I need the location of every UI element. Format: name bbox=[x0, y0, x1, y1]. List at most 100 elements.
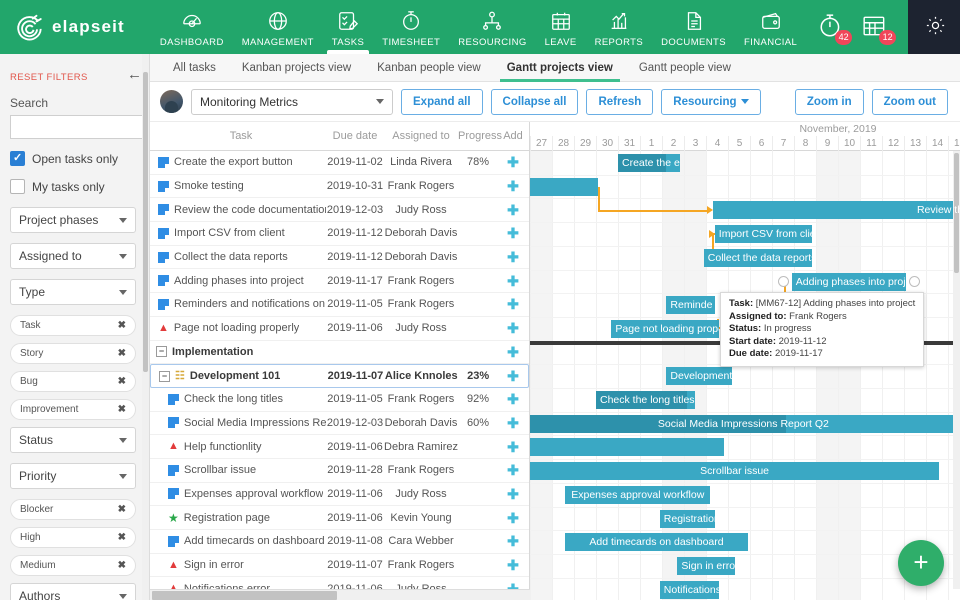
nav-item-dashboard[interactable]: DASHBOARD bbox=[151, 0, 233, 54]
select-project-phases[interactable]: Project phases bbox=[10, 207, 136, 233]
chip-priority-medium[interactable]: Medium ✖ bbox=[10, 555, 136, 576]
nav-item-financial[interactable]: FINANCIAL bbox=[735, 0, 806, 54]
close-icon[interactable]: ✖ bbox=[118, 532, 126, 543]
search-input[interactable] bbox=[10, 115, 149, 139]
table-row[interactable]: Scrollbar issue 2019-11-28 Frank Rogers ✚ bbox=[150, 459, 529, 483]
nav-item-timesheet[interactable]: TIMESHEET bbox=[373, 0, 449, 54]
refresh-button[interactable]: Refresh bbox=[586, 88, 654, 115]
gantt-bar[interactable] bbox=[530, 177, 599, 196]
add-subtask-button[interactable]: ✚ bbox=[498, 155, 528, 169]
collapse-all-button[interactable]: Collapse all bbox=[490, 88, 579, 115]
gantt-bar[interactable] bbox=[530, 438, 724, 457]
table-row[interactable]: ▲ Help functionlity 2019-11-06 Debra Ramire… bbox=[150, 435, 529, 459]
tab-kanban-projects-view[interactable]: Kanban projects view bbox=[229, 54, 364, 82]
select-authors[interactable]: Authors bbox=[10, 583, 136, 600]
table-row[interactable]: ▲ Page not loading properly 2019-11-06 Judy… bbox=[150, 317, 529, 341]
add-subtask-button[interactable]: ✚ bbox=[498, 463, 528, 477]
nav-item-tasks[interactable]: TASKS bbox=[323, 0, 373, 54]
chip-type-task[interactable]: Task ✖ bbox=[10, 315, 136, 336]
nav-item-management[interactable]: MANAGEMENT bbox=[233, 0, 323, 54]
checkbox-open-tasks-only[interactable] bbox=[10, 151, 25, 166]
add-subtask-button[interactable]: ✚ bbox=[498, 345, 528, 359]
close-icon[interactable]: ✖ bbox=[118, 560, 126, 571]
select-status[interactable]: Status bbox=[10, 427, 136, 453]
select-type[interactable]: Type bbox=[10, 279, 136, 305]
table-row[interactable]: Reminders and notifications on en 2019-11… bbox=[150, 293, 529, 317]
select-assigned-to[interactable]: Assigned to bbox=[10, 243, 136, 269]
horizontal-scrollbar[interactable] bbox=[150, 589, 530, 600]
gantt-bar[interactable]: Reminde bbox=[666, 296, 715, 315]
add-subtask-button[interactable]: ✚ bbox=[498, 558, 528, 572]
expand-all-button[interactable]: Expand all bbox=[401, 88, 483, 115]
gantt-bar[interactable]: Review the code bbox=[712, 201, 960, 220]
nav-item-reports[interactable]: REPORTS bbox=[586, 0, 653, 54]
gantt-bar[interactable]: Check the long titles bbox=[596, 391, 695, 409]
table-row[interactable]: Social Media Impressions Re 2019-12-03 Deb… bbox=[150, 412, 529, 436]
project-selector[interactable]: Monitoring Metrics bbox=[191, 88, 393, 115]
table-row[interactable]: Adding phases into project 2019-11-17 Fran… bbox=[150, 269, 529, 294]
tab-all-tasks[interactable]: All tasks bbox=[160, 54, 229, 82]
add-subtask-button[interactable]: ✚ bbox=[498, 179, 528, 193]
horizontal-scrollbar-thumb[interactable] bbox=[152, 591, 337, 600]
gantt-bar[interactable]: Social Media Impressions Report Q2 bbox=[530, 414, 957, 433]
table-row[interactable]: ★ Registration page 2019-11-06 Kevin Young ✚ bbox=[150, 506, 529, 530]
table-row[interactable]: − ☷ Development 101 2019-11-07 Alice Knnoles… bbox=[150, 364, 529, 388]
add-subtask-button[interactable]: ✚ bbox=[498, 534, 528, 548]
table-row[interactable]: Review the code documentation 2019-12-03 J… bbox=[150, 198, 529, 223]
reset-filters-link[interactable]: RESET FILTERS bbox=[10, 72, 137, 83]
tab-gantt-people-view[interactable]: Gantt people view bbox=[626, 54, 744, 82]
nav-item-leave[interactable]: LEAVE bbox=[536, 0, 586, 54]
table-row[interactable]: Add timecards on dashboard 2019-11-08 Cara… bbox=[150, 530, 529, 554]
gantt-bar[interactable]: Registration p bbox=[659, 509, 715, 528]
add-subtask-button[interactable]: ✚ bbox=[498, 511, 528, 525]
gantt-bar[interactable]: Notifications e bbox=[659, 580, 720, 599]
arrow-left-icon[interactable]: ← bbox=[127, 67, 142, 82]
calendar-quick-action[interactable]: 12 bbox=[862, 13, 897, 45]
gear-icon[interactable] bbox=[924, 14, 947, 40]
zoom-in-button[interactable]: Zoom in bbox=[794, 88, 864, 115]
close-icon[interactable]: ✖ bbox=[118, 504, 126, 515]
app-logo[interactable]: elapseit bbox=[14, 12, 125, 42]
chip-type-bug[interactable]: Bug ✖ bbox=[10, 371, 136, 392]
sidebar-scrollbar[interactable] bbox=[142, 54, 149, 600]
filter-open-tasks-only[interactable]: Open tasks only bbox=[10, 151, 137, 166]
gantt-bar[interactable]: Adding phases into project bbox=[791, 272, 907, 291]
table-row[interactable]: Expenses approval workflow 2019-11-06 Judy… bbox=[150, 483, 529, 507]
tab-gantt-projects-view[interactable]: Gantt projects view bbox=[494, 54, 626, 82]
gantt-bar[interactable]: Create the export l bbox=[618, 154, 680, 172]
chip-type-story[interactable]: Story ✖ bbox=[10, 343, 136, 364]
gantt-bar[interactable]: Expenses approval workflow bbox=[565, 485, 711, 504]
row-expander[interactable]: − bbox=[159, 370, 170, 382]
checkbox-my-tasks-only[interactable] bbox=[10, 179, 25, 194]
sidebar-scrollbar-thumb[interactable] bbox=[143, 72, 148, 372]
add-subtask-button[interactable]: ✚ bbox=[498, 487, 528, 501]
add-subtask-button[interactable]: ✚ bbox=[498, 416, 528, 430]
add-subtask-button[interactable]: ✚ bbox=[498, 250, 528, 264]
chip-priority-high[interactable]: High ✖ bbox=[10, 527, 136, 548]
nav-item-resourcing[interactable]: RESOURCING bbox=[449, 0, 535, 54]
add-subtask-button[interactable]: ✚ bbox=[498, 297, 528, 311]
gantt-bar[interactable]: Scrollbar issue bbox=[530, 462, 940, 481]
close-icon[interactable]: ✖ bbox=[118, 320, 126, 331]
tab-kanban-people-view[interactable]: Kanban people view bbox=[364, 54, 494, 82]
row-expander[interactable]: − bbox=[156, 346, 167, 358]
resourcing-dropdown[interactable]: Resourcing bbox=[661, 88, 761, 115]
close-icon[interactable]: ✖ bbox=[118, 348, 126, 359]
gantt-bar[interactable]: Page not loading properly bbox=[611, 319, 720, 338]
add-subtask-button[interactable]: ✚ bbox=[498, 369, 528, 383]
table-row[interactable]: ▲ Sign in error 2019-11-07 Frank Rogers ✚ bbox=[150, 554, 529, 578]
filter-my-tasks-only[interactable]: My tasks only bbox=[10, 179, 137, 194]
close-icon[interactable]: ✖ bbox=[118, 404, 126, 415]
add-task-fab[interactable]: + bbox=[898, 540, 944, 586]
table-row[interactable]: Check the long titles 2019-11-05 Frank Rog… bbox=[150, 388, 529, 412]
chip-priority-blocker[interactable]: Blocker ✖ bbox=[10, 499, 136, 520]
table-row[interactable]: Create the export button 2019-11-02 Linda … bbox=[150, 151, 529, 175]
add-subtask-button[interactable]: ✚ bbox=[498, 203, 528, 217]
gantt-milestone-marker[interactable] bbox=[777, 275, 789, 287]
nav-item-documents[interactable]: DOCUMENTS bbox=[652, 0, 735, 54]
gantt-milestone-marker[interactable] bbox=[909, 275, 921, 287]
add-subtask-button[interactable]: ✚ bbox=[498, 392, 528, 406]
gantt-bar[interactable]: Sign in error bbox=[677, 556, 735, 575]
add-subtask-button[interactable]: ✚ bbox=[498, 226, 528, 240]
add-subtask-button[interactable]: ✚ bbox=[498, 321, 528, 335]
